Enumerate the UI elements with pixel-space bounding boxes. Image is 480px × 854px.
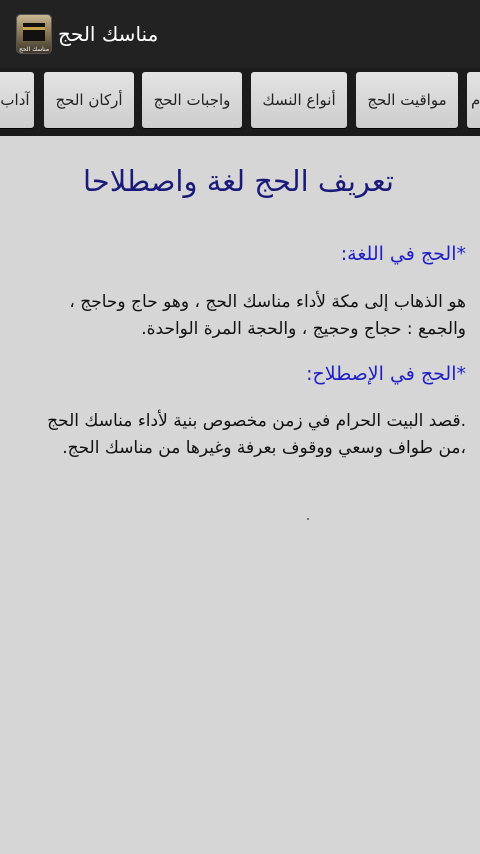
tab-label: أركان الحج xyxy=(55,91,123,109)
content-area: تعريف الحج لغة واصطلاحا *الحج في اللغة: … xyxy=(0,136,480,854)
section-language-line2: والجمع : حجاج وحجيج ، والحجة المرة الواح… xyxy=(141,319,466,339)
tab-arkan[interactable]: أركان الحج xyxy=(44,72,134,128)
section-language-title: *الحج في اللغة: xyxy=(340,243,466,265)
section-language-line1: هو الذهاب إلى مكة لأداء مناسك الحج ، وهو… xyxy=(69,292,466,312)
section-term-line2: ،من طواف وسعي ووقوف بعرفة وغيرها من مناس… xyxy=(62,438,466,458)
tab-adab[interactable]: آداب xyxy=(0,72,34,128)
app-title: مناسك الحج xyxy=(58,22,159,46)
tab-anwa[interactable]: أنواع النسك xyxy=(251,72,347,128)
page-title: تعريف الحج لغة واصطلاحا xyxy=(82,164,394,198)
section-term-line1: .قصد البيت الحرام في زمن مخصوص بنية لأدا… xyxy=(47,411,466,431)
tab-label: واجبات الحج xyxy=(153,91,231,109)
kaaba-icon[interactable]: مناسك الحج xyxy=(16,14,52,54)
tab-label: مواقيت الحج xyxy=(367,91,447,109)
tab-label: آداب xyxy=(0,91,30,109)
screen: مناسك الحج مناسك الحج آداب أركان الحج وا… xyxy=(0,0,480,854)
tab-label: أنواع النسك xyxy=(262,91,336,109)
tab-mawaqit[interactable]: مواقيت الحج xyxy=(356,72,458,128)
section-term-title: *الحج في الإصطلاح: xyxy=(306,363,466,385)
kaaba-shape xyxy=(23,23,45,41)
stray-dot xyxy=(307,518,309,520)
tab-partial[interactable]: م xyxy=(467,72,480,128)
action-bar: مناسك الحج مناسك الحج xyxy=(0,0,480,68)
tab-label: م xyxy=(471,91,480,109)
tab-wajibat[interactable]: واجبات الحج xyxy=(142,72,242,128)
tab-strip[interactable]: آداب أركان الحج واجبات الحج أنواع النسك … xyxy=(0,68,480,136)
icon-caption: مناسك الحج xyxy=(18,46,50,53)
kaaba-band xyxy=(23,27,45,30)
